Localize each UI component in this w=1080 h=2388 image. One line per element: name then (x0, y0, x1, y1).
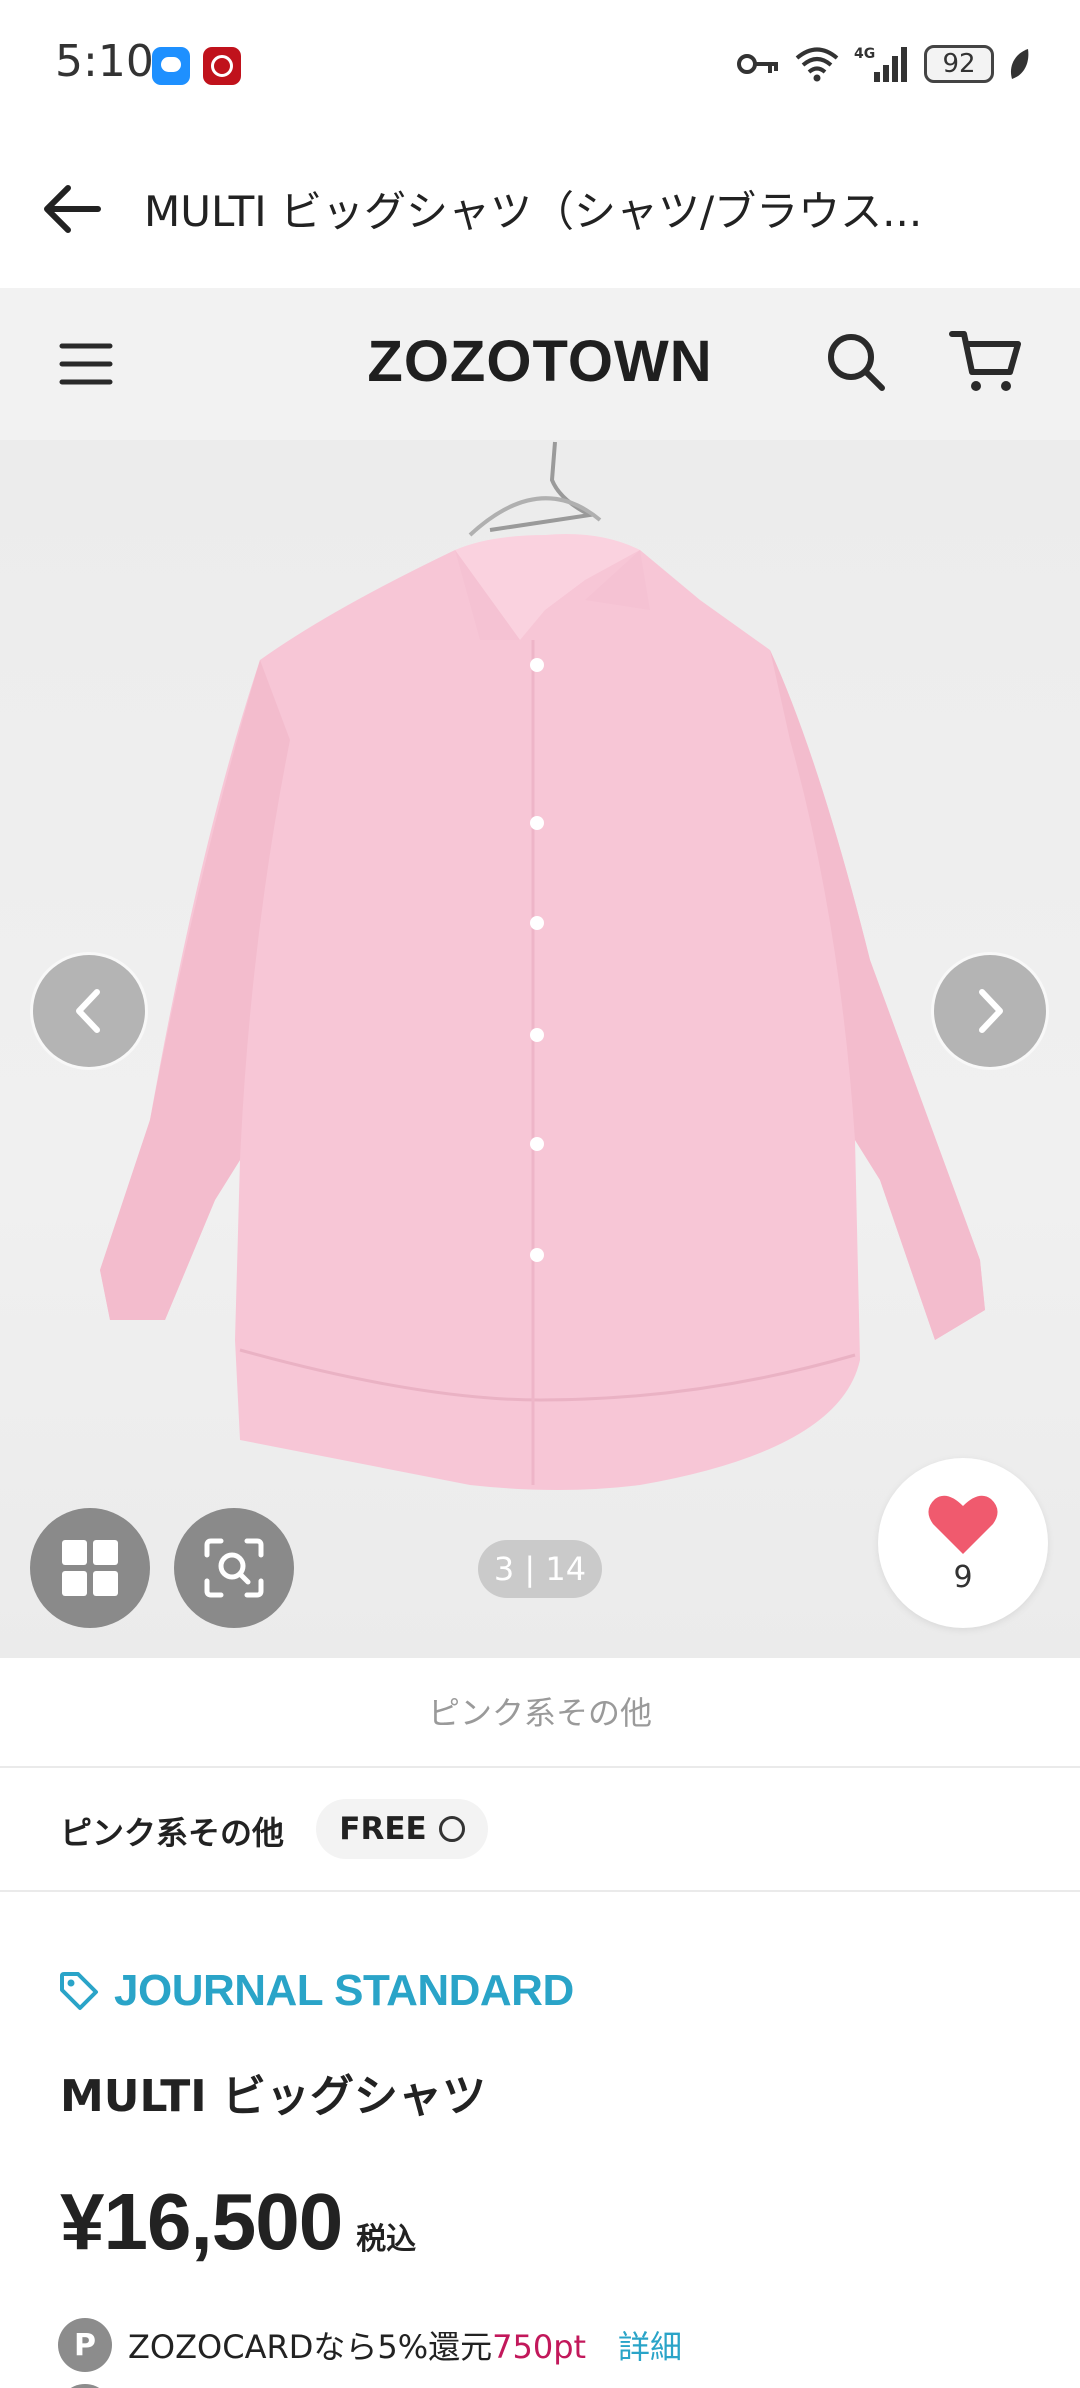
previous-image-button[interactable] (30, 952, 148, 1070)
brand-name: JOURNAL STANDARD (114, 1966, 574, 2015)
battery-icon: 92 (924, 45, 994, 83)
search-button[interactable] (820, 326, 892, 398)
points-description: ZOZOCARDなら5%還元 (128, 2328, 493, 2366)
back-button[interactable] (38, 174, 108, 244)
vpn-key-icon (737, 54, 778, 74)
price-row: ¥16,500 税込 (60, 2176, 416, 2268)
price: ¥16,500 (60, 2177, 343, 2266)
brand-link[interactable]: JOURNAL STANDARD (58, 1966, 574, 2016)
signal-4g-icon: 4G (854, 46, 907, 82)
in-stock-circle-icon (438, 1816, 465, 1842)
page-title: MULTI ビッグシャツ（シャツ/ブラウス... (144, 187, 923, 236)
tag-icon (60, 1972, 98, 2010)
zozotown-logo[interactable]: ZOZOTOWN (0, 328, 1080, 395)
wifi-icon (795, 47, 839, 82)
points-detail-link[interactable]: 詳細 (618, 2322, 682, 2368)
cart-button[interactable] (948, 324, 1024, 400)
search-icon (828, 334, 885, 391)
thumbnail-grid-button[interactable] (30, 1508, 150, 1628)
leaf-icon (1010, 49, 1029, 79)
color-caption: ピンク系その他 (0, 1658, 1080, 1768)
grid-icon (62, 1540, 118, 1596)
size-color-label: ピンク系その他 (60, 1814, 285, 1852)
image-pager: 3 | 14 (478, 1540, 602, 1598)
heart-icon (928, 1495, 998, 1554)
chevron-right-icon (979, 989, 1003, 1033)
arrow-left-icon (44, 185, 101, 233)
favorite-count: 9 (953, 1559, 973, 1595)
status-bar: 5:10 4G 92 (0, 0, 1080, 130)
partial-badge-icon (58, 2384, 112, 2388)
svg-text:4G: 4G (854, 46, 875, 62)
next-image-button[interactable] (931, 952, 1049, 1070)
points-row: P ZOZOCARDなら5%還元750pt 詳細 (58, 2318, 682, 2372)
favorite-button[interactable]: 9 (878, 1458, 1048, 1628)
title-bar: MULTI ビッグシャツ（シャツ/ブラウス... (0, 130, 1080, 288)
size-selector-row: ピンク系その他 FREE (0, 1768, 1080, 1892)
status-icons: 4G 92 (736, 42, 1030, 86)
product-name: MULTI ビッグシャツ (60, 2071, 486, 2122)
chevron-left-icon (76, 989, 100, 1033)
zoom-scan-icon (204, 1538, 264, 1598)
points-value: 750pt (492, 2328, 587, 2366)
status-time: 5:10 (55, 36, 154, 87)
zoom-button[interactable] (174, 1508, 294, 1628)
product-gallery[interactable]: 3 | 14 9 (0, 440, 1080, 1658)
bank-app-icon (203, 47, 241, 85)
size-option-free[interactable]: FREE (316, 1799, 488, 1859)
site-header: ZOZOTOWN (0, 288, 1080, 440)
points-text: ZOZOCARDなら5%還元750pt (128, 2322, 586, 2368)
points-badge-icon: P (58, 2318, 112, 2372)
tax-label: 税込 (356, 2222, 417, 2257)
shopping-cart-icon (949, 331, 1021, 391)
chat-app-icon (152, 47, 190, 85)
size-label: FREE (339, 1811, 427, 1847)
